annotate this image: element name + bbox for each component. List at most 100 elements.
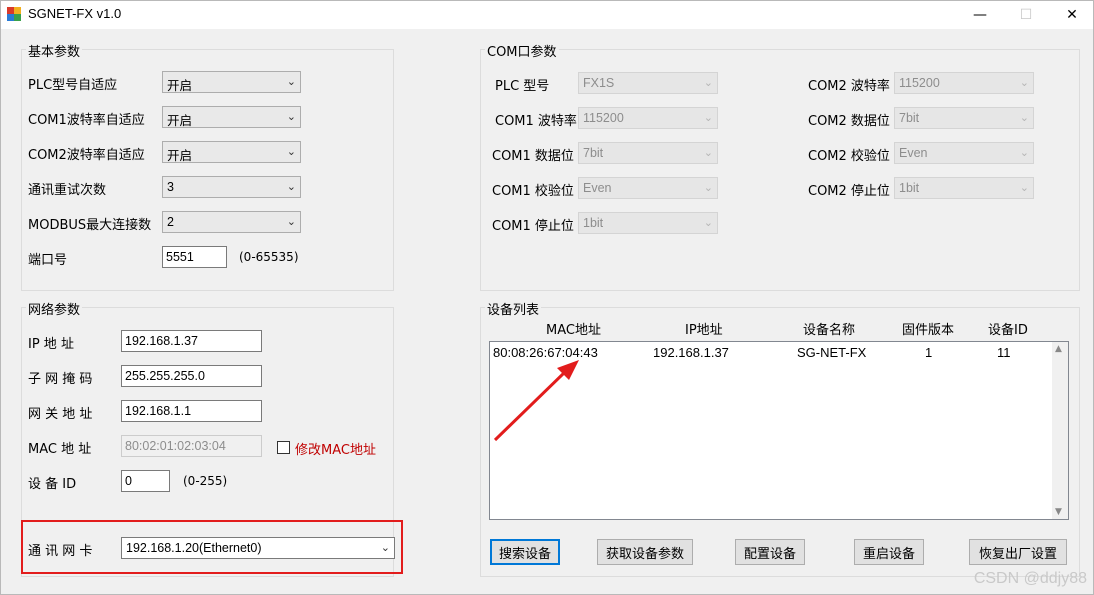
com1-data-label: COM1 数据位 bbox=[492, 149, 574, 164]
get-params-button[interactable]: 获取设备参数 bbox=[597, 539, 693, 565]
device-id-range: (0-255) bbox=[183, 474, 228, 488]
com1-data-value: 7bit bbox=[583, 146, 604, 160]
chevron-down-icon: ⌄ bbox=[703, 216, 713, 229]
column-header-device-id: 设备ID bbox=[988, 323, 1028, 338]
mask-label: 子 网 掩 码 bbox=[28, 372, 93, 387]
row-device-id: 11 bbox=[997, 345, 1011, 360]
retry-label: 通讯重试次数 bbox=[28, 183, 107, 198]
com2-stop-value: 1bit bbox=[899, 181, 920, 195]
device-id-input[interactable]: 0 bbox=[121, 470, 170, 492]
modbus-value: 2 bbox=[167, 215, 174, 229]
close-button[interactable]: ✕ bbox=[1049, 1, 1094, 29]
com1-stop-select[interactable]: 1bit ⌄ bbox=[578, 212, 718, 234]
scroll-up-icon[interactable]: ▲ bbox=[1055, 344, 1062, 354]
title-bar: SGNET-FX v1.0 — ☐ ✕ bbox=[1, 1, 1093, 29]
gateway-value: 192.168.1.1 bbox=[125, 404, 192, 418]
com2-baud-auto-select[interactable]: 开启 ⌄ bbox=[162, 141, 301, 163]
plc-model-value: FX1S bbox=[583, 76, 615, 90]
plc-model-select[interactable]: FX1S ⌄ bbox=[578, 72, 718, 94]
com1-parity-select[interactable]: Even ⌄ bbox=[578, 177, 718, 199]
com2-baud-auto-label: COM2波特率自适应 bbox=[28, 148, 145, 163]
modbus-label: MODBUS最大连接数 bbox=[28, 218, 152, 233]
search-device-button[interactable]: 搜索设备 bbox=[490, 539, 560, 565]
factory-reset-button[interactable]: 恢复出厂设置 bbox=[969, 539, 1067, 565]
plc-auto-select[interactable]: 开启 ⌄ bbox=[162, 71, 301, 93]
com2-stop-select[interactable]: 1bit ⌄ bbox=[894, 177, 1034, 199]
plc-auto-value: 开启 bbox=[167, 79, 193, 93]
device-list-scrollbar[interactable]: ▲ ▼ bbox=[1052, 342, 1068, 519]
mac-label: MAC 地 址 bbox=[28, 442, 92, 457]
column-header-firmware: 固件版本 bbox=[902, 323, 955, 338]
com1-parity-value: Even bbox=[583, 181, 612, 195]
chevron-down-icon: ⌄ bbox=[703, 181, 713, 194]
com2-parity-label: COM2 校验位 bbox=[808, 149, 890, 164]
com1-stop-label: COM1 停止位 bbox=[492, 219, 574, 234]
retry-select[interactable]: 3 ⌄ bbox=[162, 176, 301, 198]
com1-data-select[interactable]: 7bit ⌄ bbox=[578, 142, 718, 164]
app-window: SGNET-FX v1.0 — ☐ ✕ 基本参数 PLC型号自适应 开启 ⌄ C… bbox=[0, 0, 1094, 595]
com2-stop-label: COM2 停止位 bbox=[808, 184, 890, 199]
mac-modify-checkbox[interactable] bbox=[277, 441, 290, 454]
annotation-highlight-box bbox=[21, 520, 403, 574]
chevron-down-icon: ⌄ bbox=[286, 215, 296, 228]
com2-parity-select[interactable]: Even ⌄ bbox=[894, 142, 1034, 164]
device-id-label: 设 备 ID bbox=[28, 477, 77, 492]
row-ip: 192.168.1.37 bbox=[653, 345, 729, 360]
chevron-down-icon: ⌄ bbox=[1019, 146, 1029, 159]
com1-baud-label: COM1 波特率 bbox=[495, 114, 577, 129]
chevron-down-icon: ⌄ bbox=[703, 146, 713, 159]
com2-parity-value: Even bbox=[899, 146, 928, 160]
chevron-down-icon: ⌄ bbox=[703, 111, 713, 124]
com1-baud-auto-select[interactable]: 开启 ⌄ bbox=[162, 106, 301, 128]
chevron-down-icon: ⌄ bbox=[286, 110, 296, 123]
port-label: 端口号 bbox=[28, 253, 68, 268]
mac-modify-label[interactable]: 修改MAC地址 bbox=[295, 439, 376, 458]
chevron-down-icon: ⌄ bbox=[1019, 181, 1029, 194]
com2-data-label: COM2 数据位 bbox=[808, 114, 890, 129]
com2-baud-select[interactable]: 115200 ⌄ bbox=[894, 72, 1034, 94]
com2-baud-label: COM2 波特率 bbox=[808, 79, 890, 94]
com2-baud-auto-value: 开启 bbox=[167, 149, 193, 163]
device-id-value: 0 bbox=[125, 474, 132, 488]
chevron-down-icon: ⌄ bbox=[1019, 111, 1029, 124]
window-title: SGNET-FX v1.0 bbox=[28, 6, 122, 21]
device-list-title: 设备列表 bbox=[485, 299, 542, 318]
gateway-label: 网 关 地 址 bbox=[28, 407, 93, 422]
ip-input[interactable]: 192.168.1.37 bbox=[121, 330, 262, 352]
basic-params-title: 基本参数 bbox=[26, 41, 83, 60]
minimize-button[interactable]: — bbox=[957, 1, 1003, 29]
chevron-down-icon: ⌄ bbox=[286, 180, 296, 193]
chevron-down-icon: ⌄ bbox=[286, 75, 296, 88]
com1-baud-value: 115200 bbox=[583, 111, 624, 125]
mask-value: 255.255.255.0 bbox=[125, 369, 205, 383]
gateway-input[interactable]: 192.168.1.1 bbox=[121, 400, 262, 422]
network-params-title: 网络参数 bbox=[26, 299, 83, 318]
scroll-down-icon[interactable]: ▼ bbox=[1055, 507, 1062, 517]
chevron-down-icon: ⌄ bbox=[703, 76, 713, 89]
annotation-arrow-icon bbox=[493, 360, 579, 442]
column-header-ip: IP地址 bbox=[685, 323, 723, 338]
modbus-select[interactable]: 2 ⌄ bbox=[162, 211, 301, 233]
plc-model-label: PLC 型号 bbox=[495, 79, 550, 94]
row-firmware: 1 bbox=[925, 345, 933, 360]
watermark: CSDN @ddjy88 bbox=[973, 570, 1087, 587]
row-name: SG-NET-FX bbox=[797, 345, 867, 360]
com2-data-value: 7bit bbox=[899, 111, 920, 125]
config-device-button[interactable]: 配置设备 bbox=[735, 539, 805, 565]
mac-input[interactable]: 80:02:01:02:03:04 bbox=[121, 435, 262, 457]
app-logo-icon bbox=[7, 7, 21, 21]
com2-data-select[interactable]: 7bit ⌄ bbox=[894, 107, 1034, 129]
maximize-button[interactable]: ☐ bbox=[1003, 1, 1049, 29]
com-params-title: COM口参数 bbox=[485, 41, 559, 60]
com1-baud-auto-label: COM1波特率自适应 bbox=[28, 113, 145, 128]
port-input[interactable]: 5551 bbox=[162, 246, 227, 268]
com1-parity-label: COM1 校验位 bbox=[492, 184, 574, 199]
com1-baud-auto-value: 开启 bbox=[167, 114, 193, 128]
com2-baud-value: 115200 bbox=[899, 76, 940, 90]
com1-baud-select[interactable]: 115200 ⌄ bbox=[578, 107, 718, 129]
column-header-mac: MAC地址 bbox=[546, 323, 601, 338]
column-header-name: 设备名称 bbox=[803, 323, 856, 338]
restart-device-button[interactable]: 重启设备 bbox=[854, 539, 924, 565]
com1-stop-value: 1bit bbox=[583, 216, 604, 230]
mask-input[interactable]: 255.255.255.0 bbox=[121, 365, 262, 387]
